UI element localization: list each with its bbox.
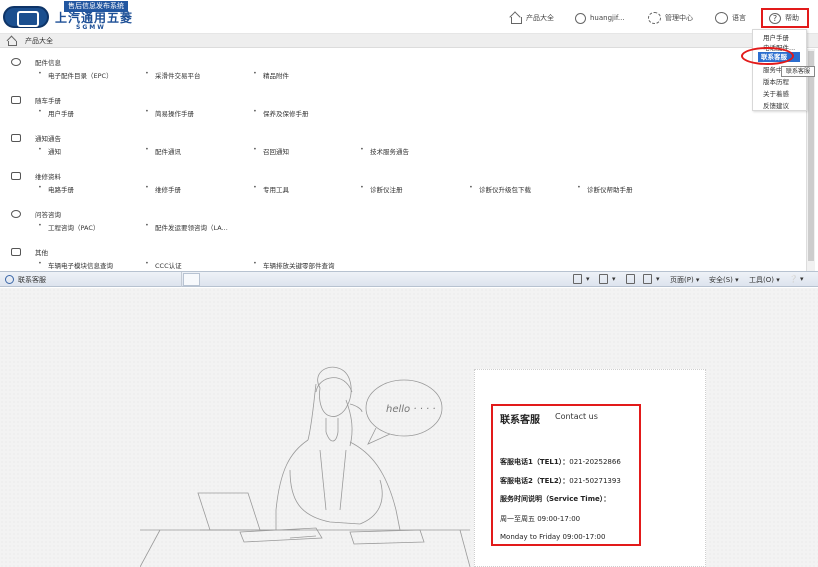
nav-language-label: 语言 <box>732 14 746 22</box>
customer-service-illustration: hello · · · · <box>140 366 471 567</box>
hours-label: 服务时间说明（Service Time）： <box>500 495 611 503</box>
home-dropdown[interactable]: ▾ <box>586 275 590 283</box>
breadcrumb-label: 产品大全 <box>25 37 53 45</box>
sgmw-logo[interactable]: 售后信息发布系统 上汽通用五菱 SGMW <box>3 1 158 31</box>
menu-item-user-manual[interactable]: 用户手册 <box>763 32 789 42</box>
link-quick-guide[interactable]: 简易操作手册 <box>145 107 194 118</box>
tools-menu[interactable]: 工具(O) ▾ <box>749 275 780 285</box>
nav-products-label: 产品大全 <box>526 14 554 22</box>
nav-admin-label: 管理中心 <box>665 14 693 22</box>
link-notice[interactable]: 通知 <box>38 145 61 156</box>
safety-menu[interactable]: 安全(S) ▾ <box>709 275 739 285</box>
vertical-scrollbar[interactable] <box>806 49 815 271</box>
tab-title: 联系客服 <box>18 276 46 284</box>
tooltip: 联系客服 <box>781 66 815 77</box>
book-icon <box>11 96 21 104</box>
link-parts-trading[interactable]: 采滑件交易平台 <box>145 69 200 80</box>
speech-bubble-text: hello · · · · <box>386 404 436 415</box>
breadcrumb: 产品大全 <box>0 34 818 48</box>
link-repair-manual[interactable]: 维修手册 <box>145 183 181 194</box>
menu-item-feedback[interactable]: 反馈建议 <box>763 100 789 110</box>
logo-name-en: SGMW <box>76 24 106 31</box>
print-icon[interactable] <box>643 274 652 284</box>
link-tech-bulletin[interactable]: 技术服务通告 <box>360 145 409 156</box>
section-notices: 通知通告 <box>11 133 61 143</box>
tel1-value: 021-20252866 <box>569 458 621 466</box>
section-title: 维修资料 <box>35 173 61 181</box>
menu-item-version-history[interactable]: 版本历程 <box>763 76 789 86</box>
link-la[interactable]: 配件发运要领咨询（LA... <box>145 221 228 232</box>
link-diag-register[interactable]: 诊断仪注册 <box>360 183 402 194</box>
print-dropdown[interactable]: ▾ <box>656 275 660 283</box>
product-catalog: 配件信息 电子配件目录（EPC） 采滑件交易平台 精品附件 随车手册 用户手册 … <box>0 49 806 270</box>
link-ccc[interactable]: CCC认证 <box>145 259 181 270</box>
globe-icon <box>715 12 728 24</box>
link-accessories[interactable]: 精品附件 <box>253 69 289 80</box>
nav-language[interactable]: 语言 <box>715 11 746 25</box>
link-user-manual[interactable]: 用户手册 <box>38 107 74 118</box>
nav-user[interactable]: huangjif... <box>575 11 625 25</box>
section-title: 其他 <box>35 249 48 257</box>
speaker-icon <box>11 134 21 142</box>
link-maintenance-manual[interactable]: 保养及保修手册 <box>253 107 308 118</box>
link-epc[interactable]: 电子配件目录（EPC） <box>38 69 113 80</box>
tel1-label: 客服电话1（TEL1）： <box>500 458 570 466</box>
tel2-label: 客服电话2（TEL2）： <box>500 477 570 485</box>
tel2-line: 客服电话2（TEL2）：021-50271393 <box>500 476 621 486</box>
section-parts-info: 配件信息 <box>11 57 61 67</box>
link-diag-help[interactable]: 诊断仪帮助手册 <box>577 183 632 194</box>
hours-line: 服务时间说明（Service Time）： <box>500 494 610 504</box>
section-title: 问答咨询 <box>35 211 61 219</box>
link-special-tools[interactable]: 专用工具 <box>253 183 289 194</box>
wrench-icon <box>11 172 21 180</box>
link-parts-news[interactable]: 配件通讯 <box>145 145 181 156</box>
tel2-value: 021-50271393 <box>569 477 621 485</box>
gear-icon <box>11 58 21 66</box>
brand-emblem-icon <box>3 6 49 28</box>
feed-icon[interactable] <box>599 274 608 284</box>
document-icon <box>11 248 21 256</box>
new-tab-button[interactable] <box>183 273 200 286</box>
link-emission-parts[interactable]: 车辆排放关键零部件查询 <box>253 259 334 270</box>
section-repair: 维修资料 <box>11 171 61 181</box>
app-window: 售后信息发布系统 上汽通用五菱 SGMW 产品大全 huangjif... 管理… <box>0 0 818 567</box>
section-qa: 问答咨询 <box>11 209 61 219</box>
home-icon[interactable] <box>573 274 582 284</box>
link-ecu-query[interactable]: 车辆电子模块信息查询 <box>38 259 113 270</box>
section-manuals: 随车手册 <box>11 95 61 105</box>
mail-icon[interactable] <box>626 274 635 284</box>
link-circuit-manual[interactable]: 电路手册 <box>38 183 74 194</box>
feed-dropdown[interactable]: ▾ <box>612 275 616 283</box>
section-other: 其他 <box>11 247 48 257</box>
browser-toolbar: 联系客服 ▾ ▾ ▾ 页面(P) ▾ 安全(S) ▾ 工具(O) ▾ ❔ ▾ <box>0 271 818 287</box>
tel1-line: 客服电话1（TEL1）：021-20252866 <box>500 457 621 467</box>
menu-item-about[interactable]: 关于着感 <box>763 88 789 98</box>
top-header: 售后信息发布系统 上汽通用五菱 SGMW 产品大全 huangjif... 管理… <box>0 0 818 34</box>
nav-products[interactable]: 产品大全 <box>509 11 554 25</box>
gear-icon <box>648 12 661 24</box>
link-pac[interactable]: 工程咨询（PAC） <box>38 221 99 232</box>
section-title: 配件信息 <box>35 59 61 67</box>
scrollbar-thumb[interactable] <box>808 51 814 261</box>
link-recall[interactable]: 召回通知 <box>253 145 289 156</box>
hours-cn: 周一至周五 09:00-17:00 <box>500 515 581 523</box>
nav-user-label: huangjif... <box>590 14 625 22</box>
link-diag-upgrade[interactable]: 诊断仪升级包下载 <box>469 183 531 194</box>
help-menu-button[interactable]: ❔ ▾ <box>789 275 803 283</box>
user-icon <box>575 12 586 24</box>
chat-icon <box>11 210 21 218</box>
contact-subtitle: Contact us <box>555 412 598 421</box>
contact-title: 联系客服 <box>500 415 540 426</box>
menu-highlight-ellipse <box>741 47 794 65</box>
section-title: 随车手册 <box>35 97 61 105</box>
section-title: 通知通告 <box>35 135 61 143</box>
nav-admin[interactable]: 管理中心 <box>648 11 693 25</box>
page-menu[interactable]: 页面(P) ▾ <box>670 275 699 285</box>
browser-tab[interactable]: 联系客服 <box>0 272 182 287</box>
hours-en: Monday to Friday 09:00-17:00 <box>500 533 606 541</box>
ie-icon <box>5 275 14 284</box>
home-icon[interactable] <box>6 36 17 46</box>
help-highlight-box <box>761 8 809 28</box>
home-icon <box>509 12 522 24</box>
